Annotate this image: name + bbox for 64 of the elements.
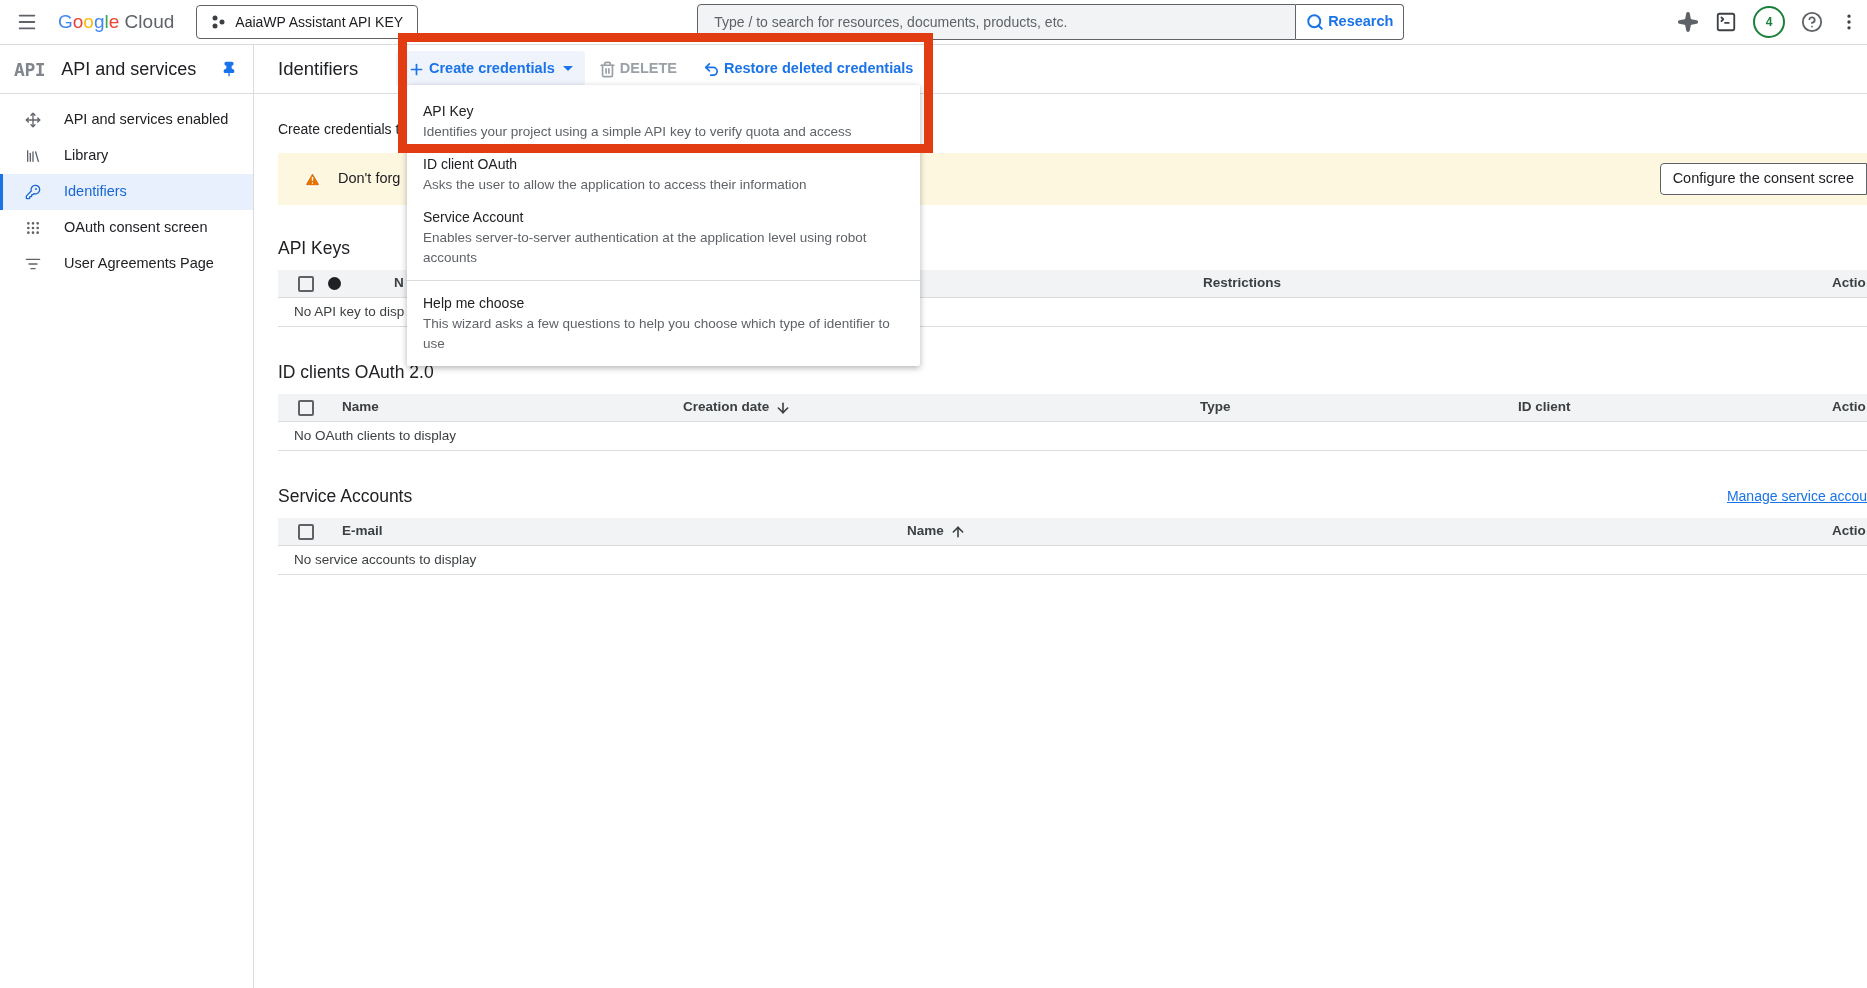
project-icon <box>211 15 226 29</box>
help-icon[interactable] <box>1801 11 1823 33</box>
sidebar-item[interactable]: Library <box>0 138 253 174</box>
banner-text: Don't forg <box>338 169 401 189</box>
sparkle-icon[interactable] <box>1677 11 1699 33</box>
empty-table-text: No OAuth clients to display <box>294 426 457 445</box>
terminal-icon[interactable] <box>1715 11 1737 33</box>
configure-button[interactable]: Configure the consent scree <box>1659 163 1867 195</box>
section-title: API Keys <box>278 236 350 260</box>
column-header[interactable]: N <box>394 273 404 294</box>
empty-table-text: No service accounts to display <box>294 550 477 569</box>
menu-item-title: Service Account <box>423 208 525 227</box>
sidebar-title: API and services <box>61 57 197 81</box>
menu-item-description: This wizard asks a few questions to help you choose which type of identifier to use <box>423 315 891 353</box>
nav-icon <box>25 112 41 128</box>
column-header[interactable]: Actio <box>1832 273 1866 294</box>
undo-icon <box>702 60 720 78</box>
checkbox[interactable] <box>298 523 314 540</box>
page-title: Identifiers <box>278 58 359 80</box>
menu-item-description: Enables server-to-server authentication at the application level using robot accounts <box>423 229 868 267</box>
api-logo: API <box>14 57 46 82</box>
nav-icon <box>25 220 41 236</box>
nav-icon <box>25 184 41 200</box>
menu-item[interactable]: ID client OAuth Asks the user to allow the application to access their information <box>407 150 920 199</box>
menu-item-description: Asks the user to allow the application to access their information <box>423 176 808 194</box>
menu-item[interactable]: Service Account Enables server-to-server authentication at the application level using robot accounts <box>407 203 920 272</box>
trash-icon <box>598 60 616 78</box>
manage-link[interactable]: Manage service accou <box>1726 485 1867 507</box>
search-icon <box>1306 13 1325 31</box>
column-header[interactable]: E-mail <box>342 521 383 542</box>
search-button[interactable]: Research <box>1296 4 1405 40</box>
sidebar-item[interactable]: OAuth consent screen <box>0 210 253 246</box>
checkbox[interactable] <box>298 399 314 416</box>
column-header[interactable]: ID client <box>1518 397 1571 418</box>
warning-icon <box>304 170 321 188</box>
empty-table-text: No API key to disp <box>294 302 405 321</box>
column-header[interactable]: Actio <box>1832 397 1866 418</box>
section-title: Service Accounts <box>278 484 413 508</box>
menu-item-title: API Key <box>423 102 475 121</box>
search-field[interactable]: Type / to search for resources, documents, products, etc. <box>697 4 1297 40</box>
checkbox[interactable] <box>298 275 314 292</box>
column-header[interactable]: Actio <box>1832 521 1866 542</box>
restore-button[interactable]: Restore deleted credentials <box>690 51 926 87</box>
menu-item-title: ID client OAuth <box>423 155 519 174</box>
sidebar-item[interactable]: API and services enabled <box>0 102 253 138</box>
column-header[interactable]: Type <box>1200 397 1231 418</box>
product-logo[interactable]: Google Cloud <box>58 7 175 37</box>
menu-item-description: Identifies your project using a simple API key to verify quota and access <box>423 123 853 141</box>
nav-icon <box>25 256 41 272</box>
column-header[interactable]: Creation date <box>683 397 792 418</box>
menu-item[interactable]: Help me choose This wizard asks a few questions to help you choose which type of identifier to use <box>407 289 920 358</box>
menu-item-title: Help me choose <box>423 294 526 313</box>
sidebar-item[interactable]: Identifiers <box>0 174 253 210</box>
menu-item[interactable]: API Key Identifies your project using a simple API key to verify quota and access <box>407 97 920 146</box>
column-header[interactable]: Restrictions <box>1203 273 1282 294</box>
caret-icon <box>562 66 573 72</box>
nav-icon <box>25 148 41 164</box>
create-button[interactable]: Create credentials <box>396 51 585 87</box>
notification-badge[interactable]: 4 <box>1753 6 1785 38</box>
pin-icon[interactable] <box>221 61 237 77</box>
sidebar-item[interactable]: User Agreements Page <box>0 246 253 282</box>
column-header[interactable]: Name <box>907 521 966 542</box>
project-picker[interactable]: AaiaWP Assistant API KEY <box>196 5 419 39</box>
column-header[interactable]: Name <box>342 397 379 418</box>
